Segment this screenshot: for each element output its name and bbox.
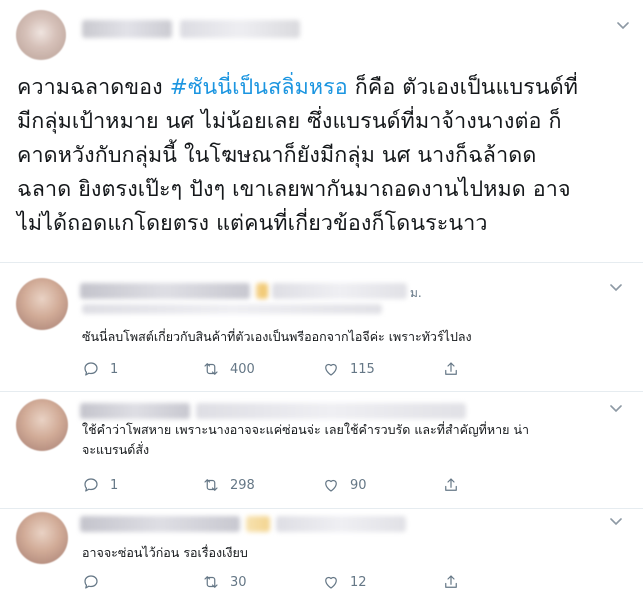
share-button[interactable] <box>442 359 460 379</box>
author-emoji-blurred <box>246 516 270 532</box>
tweet-text-line: ก็คือ ตัวเองเป็นแบรนด์ที่ <box>347 75 579 100</box>
author-emoji-blurred <box>256 283 268 299</box>
tweet-actions: 1 400 115 <box>82 359 552 379</box>
retweet-count: 30 <box>230 574 247 590</box>
tweet-text: ความฉลาดของ #ซันนี่เป็นสลิ่มหรอ ก็คือ ตั… <box>17 71 637 241</box>
author-name-blurred[interactable] <box>80 516 240 532</box>
heart-icon <box>325 576 337 589</box>
tweet-text-line: มีกลุ่มเป้าหมาย นศ ไม่น้อยเลย ซึ่งแบรนด์… <box>17 109 562 134</box>
avatar[interactable] <box>16 10 66 60</box>
retweet-icon <box>204 363 218 375</box>
reply-tweet[interactable]: อาจจะซ่อนไว้ก่อน รอเรื่องเงียบ 30 12 <box>0 508 643 603</box>
replying-to-blurred[interactable] <box>82 304 382 314</box>
reply-text: ใช้คำว่าโพสหาย เพราะนางอาจจะแค่ซ่อนจ่ะ เ… <box>82 420 622 460</box>
chevron-down-icon[interactable] <box>610 284 622 292</box>
retweet-count: 298 <box>230 477 255 493</box>
avatar[interactable] <box>16 512 68 564</box>
like-count: 115 <box>350 361 375 377</box>
like-count: 90 <box>350 477 367 493</box>
retweet-button[interactable]: 400 <box>202 359 255 379</box>
retweet-icon <box>204 479 218 491</box>
tweet-text-line: คาดหวังกับกลุ่มนี้ ในโฆษณาก็ยังมีกลุ่ม น… <box>17 143 537 168</box>
share-icon <box>445 478 457 491</box>
like-button[interactable]: 12 <box>322 572 367 592</box>
chevron-down-icon[interactable] <box>610 518 622 526</box>
reply-tweet[interactable]: ม. ซันนี่ลบโพสต์เกี่ยวกับสินค้าที่ตัวเอง… <box>0 262 643 391</box>
heart-icon <box>325 479 337 492</box>
author-handle-blurred[interactable] <box>180 20 300 38</box>
reply-icon <box>84 362 98 376</box>
reply-count: 1 <box>110 477 119 493</box>
share-icon <box>445 575 457 588</box>
retweet-button[interactable]: 298 <box>202 475 255 495</box>
author-name-suffix: ม. <box>410 286 422 300</box>
share-button[interactable] <box>442 572 460 592</box>
share-button[interactable] <box>442 475 460 495</box>
reply-icon <box>84 478 98 492</box>
reply-tweet[interactable]: ใช้คำว่าโพสหาย เพราะนางอาจจะแค่ซ่อนจ่ะ เ… <box>0 391 643 508</box>
reply-text: อาจจะซ่อนไว้ก่อน รอเรื่องเงียบ <box>82 545 248 560</box>
chevron-down-icon[interactable] <box>617 22 629 30</box>
reply-count: 1 <box>110 361 119 377</box>
like-button[interactable]: 90 <box>322 475 367 495</box>
tweet-text-prefix: ความฉลาดของ <box>17 75 170 100</box>
tweet-text-line: ไม่ได้ถอดแกโดยตรง แต่คนที่เกี่ยวข้องก็โด… <box>17 211 488 236</box>
author-handle-blurred[interactable] <box>196 403 466 419</box>
author-name-blurred[interactable] <box>80 283 250 299</box>
retweet-icon <box>204 576 218 588</box>
retweet-button[interactable]: 30 <box>202 572 247 592</box>
hashtag-link[interactable]: #ซันนี่เป็นสลิ่มหรอ <box>170 75 348 100</box>
author-handle-blurred[interactable] <box>276 516 406 532</box>
heart-icon <box>325 363 337 376</box>
avatar[interactable] <box>16 278 68 330</box>
retweet-count: 400 <box>230 361 255 377</box>
share-icon <box>445 362 457 375</box>
avatar[interactable] <box>16 399 68 451</box>
reply-button[interactable] <box>82 572 110 592</box>
author-handle-blurred[interactable] <box>272 283 407 299</box>
tweet-text-line: ฉลาด ยิงตรงเป๊ะๆ ปังๆ เขาเลยพากันมาถอดงา… <box>17 177 571 202</box>
reply-icon <box>84 575 98 589</box>
chevron-down-icon[interactable] <box>610 405 622 413</box>
main-tweet: ความฉลาดของ #ซันนี่เป็นสลิ่มหรอ ก็คือ ตั… <box>0 0 643 262</box>
reply-text-line: จะแบรนด์สั่ง <box>82 442 150 457</box>
reply-button[interactable]: 1 <box>82 475 118 495</box>
author-name-blurred[interactable] <box>80 403 190 419</box>
reply-text-line: ใช้คำว่าโพสหาย เพราะนางอาจจะแค่ซ่อนจ่ะ เ… <box>82 422 530 437</box>
reply-button[interactable]: 1 <box>82 359 118 379</box>
tweet-actions: 30 12 <box>82 572 552 592</box>
tweet-actions: 1 298 90 <box>82 475 552 495</box>
author-name-blurred[interactable] <box>82 20 172 38</box>
reply-text: ซันนี่ลบโพสต์เกี่ยวกับสินค้าที่ตัวเองเป็… <box>82 329 472 344</box>
like-count: 12 <box>350 574 367 590</box>
like-button[interactable]: 115 <box>322 359 375 379</box>
